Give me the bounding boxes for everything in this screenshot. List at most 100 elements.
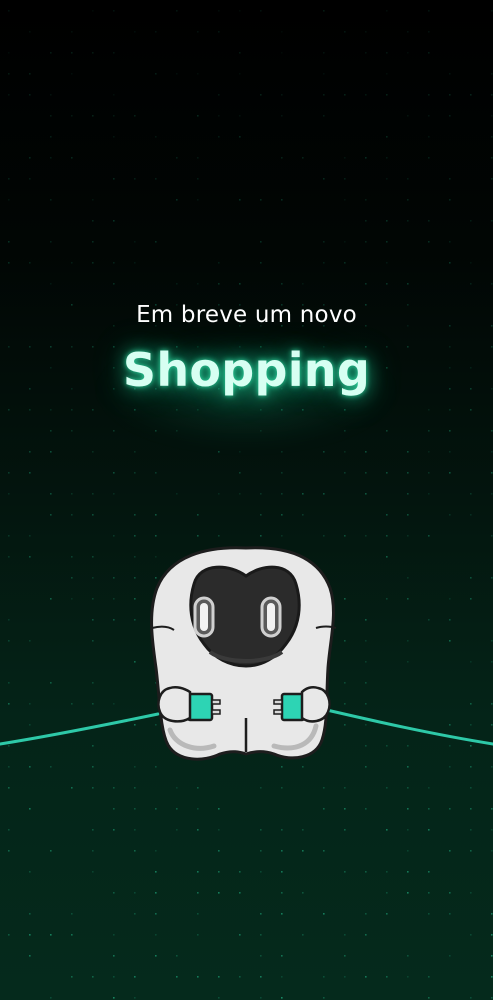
background-dot: [218, 892, 220, 894]
background-dot: [470, 829, 472, 831]
dot-grid-background: [8, 10, 493, 999]
background-dot: [113, 808, 115, 810]
background-dot: [407, 52, 409, 54]
background-dot: [197, 283, 199, 285]
background-dot: [428, 136, 430, 138]
background-dot: [50, 94, 52, 96]
background-dot: [323, 997, 325, 999]
background-dot: [113, 472, 115, 474]
background-dot: [155, 955, 157, 957]
background-dot: [407, 220, 409, 222]
background-dot: [176, 73, 178, 75]
background-dot: [71, 409, 73, 411]
background-dot: [281, 52, 283, 54]
background-dot: [113, 136, 115, 138]
background-dot: [386, 73, 388, 75]
background-dot: [134, 892, 136, 894]
background-dot: [260, 514, 262, 516]
background-dot: [323, 241, 325, 243]
background-dot: [92, 241, 94, 243]
background-dot: [470, 94, 472, 96]
background-dot: [134, 829, 136, 831]
background-dot: [260, 934, 262, 936]
background-dot: [239, 472, 241, 474]
background-dot: [386, 913, 388, 915]
background-dot: [428, 52, 430, 54]
background-dot: [344, 535, 346, 537]
background-dot: [365, 808, 367, 810]
background-dot: [155, 136, 157, 138]
background-dot: [113, 52, 115, 54]
background-dot: [29, 472, 31, 474]
background-dot: [449, 514, 451, 516]
background-dot: [323, 976, 325, 978]
background-dot: [470, 892, 472, 894]
background-dot: [29, 31, 31, 33]
background-dot: [428, 472, 430, 474]
background-dot: [386, 871, 388, 873]
background-dot: [113, 829, 115, 831]
background-dot: [134, 241, 136, 243]
background-dot: [155, 535, 157, 537]
background-dot: [470, 409, 472, 411]
background-dot: [470, 934, 472, 936]
background-dot: [218, 451, 220, 453]
background-dot: [113, 10, 115, 12]
background-dot: [302, 829, 304, 831]
background-dot: [386, 472, 388, 474]
background-dot: [239, 115, 241, 117]
background-dot: [113, 955, 115, 957]
background-dot: [386, 157, 388, 159]
background-dot: [407, 976, 409, 978]
background-dot: [239, 451, 241, 453]
background-dot: [449, 451, 451, 453]
background-dot: [29, 409, 31, 411]
background-dot: [50, 52, 52, 54]
background-dot: [428, 94, 430, 96]
background-dot: [386, 241, 388, 243]
background-dot: [344, 451, 346, 453]
background-dot: [92, 451, 94, 453]
background-dot: [344, 808, 346, 810]
background-dot: [29, 73, 31, 75]
background-dot: [155, 892, 157, 894]
background-dot: [323, 115, 325, 117]
background-dot: [281, 514, 283, 516]
background-dot: [134, 514, 136, 516]
background-dot: [92, 220, 94, 222]
background-dot: [491, 157, 493, 159]
background-dot: [155, 871, 157, 873]
background-dot: [155, 808, 157, 810]
background-dot: [407, 955, 409, 957]
background-dot: [365, 199, 367, 201]
background-dot: [386, 220, 388, 222]
background-dot: [386, 136, 388, 138]
background-dot: [50, 409, 52, 411]
background-dot: [29, 94, 31, 96]
background-dot: [491, 220, 493, 222]
left-cable: [0, 712, 160, 746]
background-dot: [491, 934, 493, 936]
background-dot: [365, 283, 367, 285]
background-dot: [218, 262, 220, 264]
background-dot: [302, 283, 304, 285]
background-dot: [386, 514, 388, 516]
background-dot: [113, 220, 115, 222]
background-dot: [197, 178, 199, 180]
background-dot: [8, 178, 10, 180]
background-dot: [134, 178, 136, 180]
background-dot: [428, 997, 430, 999]
background-dot: [323, 808, 325, 810]
background-dot: [239, 976, 241, 978]
background-dot: [92, 199, 94, 201]
background-dot: [71, 430, 73, 432]
background-dot: [323, 52, 325, 54]
background-dot: [428, 493, 430, 495]
background-dot: [260, 10, 262, 12]
background-dot: [155, 73, 157, 75]
background-dot: [323, 451, 325, 453]
background-dot: [8, 10, 10, 12]
background-dot: [407, 829, 409, 831]
background-dot: [407, 535, 409, 537]
background-dot: [407, 472, 409, 474]
